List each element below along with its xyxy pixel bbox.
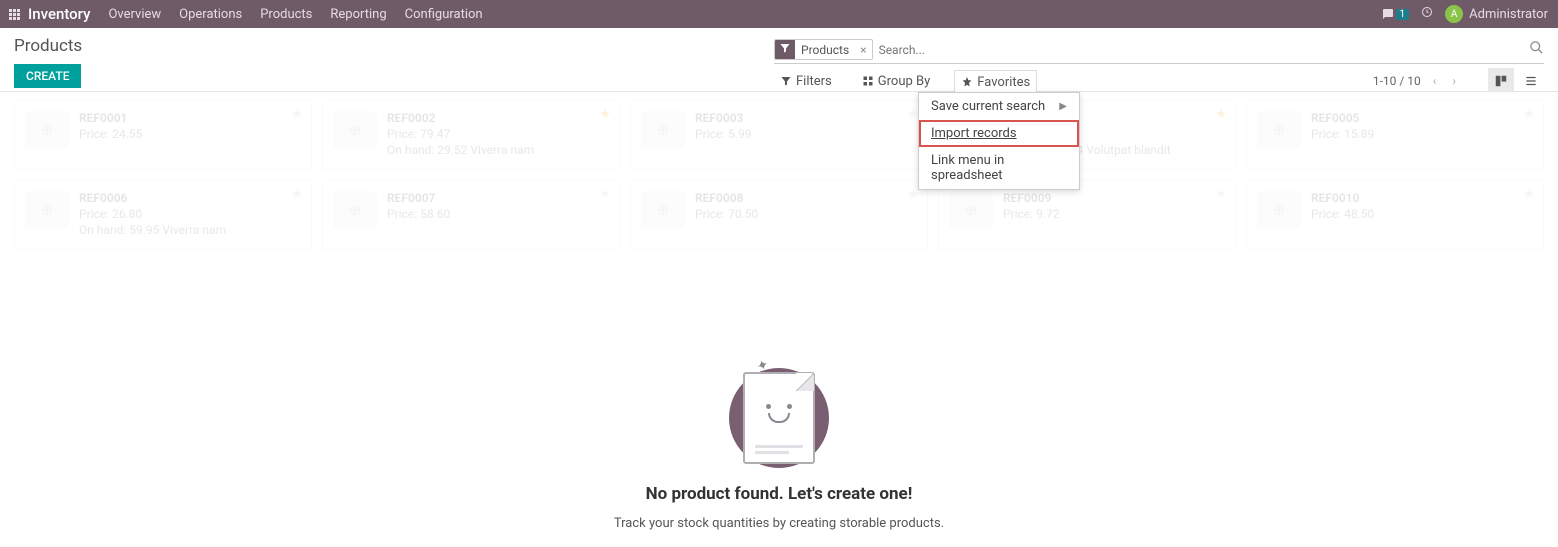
chip-remove-icon[interactable]: × xyxy=(855,43,871,57)
favorites-button[interactable]: Favorites xyxy=(954,70,1037,95)
dd-save-label: Save current search xyxy=(931,99,1045,114)
chevron-right-icon: ▶ xyxy=(1059,101,1067,112)
pager-text: 1-10 / 10 xyxy=(1373,74,1421,88)
pager-next-icon[interactable]: › xyxy=(1448,70,1460,92)
filters-button[interactable]: Filters xyxy=(774,70,838,93)
empty-heading: No product found. Let's create one! xyxy=(646,484,913,504)
overlay: ✦ No product found. Let's create one! Tr… xyxy=(0,92,1558,547)
avatar: A xyxy=(1445,5,1463,23)
dd-import-records[interactable]: Import records xyxy=(919,120,1079,147)
nav-reporting[interactable]: Reporting xyxy=(330,7,386,22)
favorites-dropdown: Save current search ▶ Import records Lin… xyxy=(918,92,1080,190)
dd-link-spreadsheet[interactable]: Link menu in spreadsheet xyxy=(919,147,1079,189)
dd-import-label: Import records xyxy=(931,126,1017,141)
top-nav: Inventory Overview Operations Products R… xyxy=(0,0,1558,28)
control-bar: Products CREATE Products × Filters xyxy=(0,28,1558,92)
nav-overview[interactable]: Overview xyxy=(108,7,161,22)
favorites-label: Favorites xyxy=(977,75,1030,90)
user-name: Administrator xyxy=(1469,7,1548,22)
filters-label: Filters xyxy=(796,74,832,89)
pager: 1-10 / 10 ‹ › xyxy=(1373,70,1460,92)
empty-illustration: ✦ xyxy=(729,362,829,472)
filter-icon xyxy=(775,40,795,59)
create-button[interactable]: CREATE xyxy=(14,64,81,88)
search-chip: Products × xyxy=(774,39,873,60)
activity-icon[interactable] xyxy=(1421,6,1433,22)
kanban-view-button[interactable] xyxy=(1488,68,1514,94)
search-bar[interactable]: Products × xyxy=(774,36,1544,64)
apps-icon[interactable] xyxy=(0,9,28,20)
chat-icon[interactable]: 1 xyxy=(1382,8,1410,20)
pager-prev-icon[interactable]: ‹ xyxy=(1429,70,1441,92)
nav-products[interactable]: Products xyxy=(260,7,312,22)
page-title: Products xyxy=(14,36,82,56)
nav-operations[interactable]: Operations xyxy=(179,7,242,22)
chip-label: Products xyxy=(795,41,855,59)
groupby-label: Group By xyxy=(878,74,931,89)
groupby-button[interactable]: Group By xyxy=(856,70,937,93)
dd-save-search[interactable]: Save current search ▶ xyxy=(919,93,1079,120)
empty-state: ✦ No product found. Let's create one! Tr… xyxy=(614,362,944,531)
nav-configuration[interactable]: Configuration xyxy=(405,7,483,22)
search-input[interactable] xyxy=(879,43,1544,57)
empty-subtext: Track your stock quantities by creating … xyxy=(614,516,944,531)
dd-link-label: Link menu in spreadsheet xyxy=(931,153,1067,183)
chat-count: 1 xyxy=(1396,9,1410,20)
search-icon[interactable] xyxy=(1529,40,1544,59)
app-brand[interactable]: Inventory xyxy=(28,5,90,23)
user-menu[interactable]: A Administrator xyxy=(1445,5,1548,23)
list-view-button[interactable] xyxy=(1518,68,1544,94)
